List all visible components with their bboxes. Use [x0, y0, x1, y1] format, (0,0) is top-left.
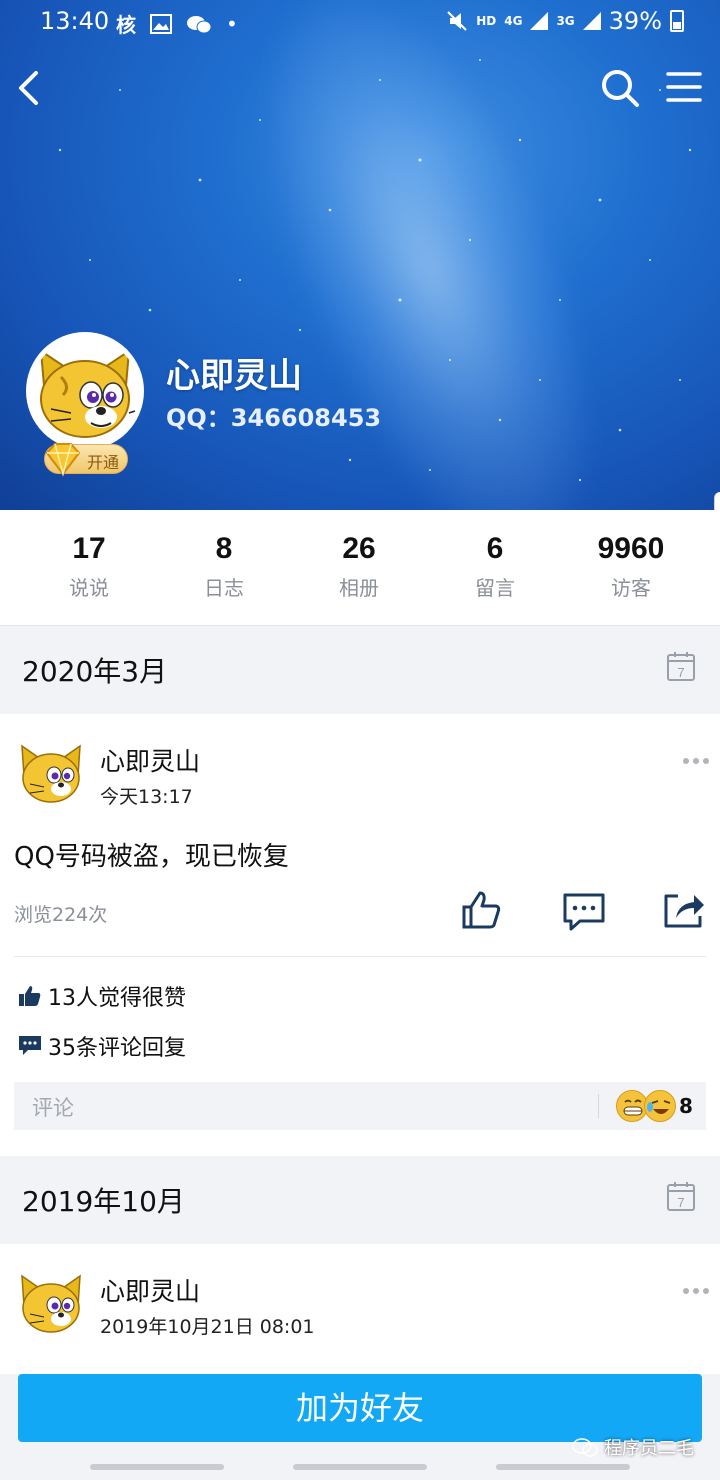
nav-handle-center[interactable]	[293, 1464, 427, 1470]
diamond-icon	[45, 443, 81, 477]
post-time: 今天13:17	[100, 786, 193, 808]
status-right-icons: HD 4G 3G 39%	[446, 7, 684, 35]
vip-open-badge[interactable]: 开通	[44, 443, 128, 477]
watermark: 程序员二毛	[572, 1434, 694, 1460]
comment-separator	[598, 1094, 599, 1118]
search-icon[interactable]	[600, 68, 640, 108]
stat-shuoshuo[interactable]: 17 说说	[19, 532, 159, 601]
likes-count-text: 13人觉得很赞	[48, 986, 186, 1011]
tencent-icon: 核	[116, 13, 136, 37]
status-bar: 13:40 核 • HD 4G 3G 39%	[0, 0, 720, 44]
month-label: 2020年3月	[22, 655, 168, 688]
net-3g-label: 3G	[556, 14, 575, 28]
profile-qq-number: QQ：346608453	[166, 404, 382, 432]
laugh-cry-emoji-icon[interactable]	[644, 1090, 676, 1122]
post-time: 2019年10月21日 08:01	[100, 1316, 315, 1338]
post-author-avatar[interactable]	[18, 740, 84, 806]
battery-percent: 39%	[608, 7, 662, 35]
comments-count-text: 35条评论回复	[48, 1036, 186, 1061]
gallery-icon	[150, 13, 172, 34]
more-options-icon[interactable]	[682, 1286, 710, 1296]
comment-filled-icon	[19, 1036, 41, 1055]
stat-number: 17	[72, 532, 106, 565]
stat-liuyan[interactable]: 6 留言	[425, 532, 565, 601]
vip-open-label: 开通	[87, 453, 120, 472]
stat-label: 日志	[204, 576, 244, 600]
more-options-icon[interactable]	[682, 756, 710, 766]
feed-post: 心即灵山 2019年10月21日 08:01	[0, 1244, 720, 1374]
calendar-icon[interactable]: 7	[666, 1180, 696, 1212]
like-icon[interactable]	[460, 890, 504, 930]
post-divider	[14, 956, 706, 957]
hd-label: HD	[476, 14, 497, 28]
like-filled-icon	[19, 986, 41, 1006]
stat-number: 26	[342, 532, 376, 565]
watermark-text: 程序员二毛	[604, 1438, 694, 1459]
month-header: 2019年10月 7	[0, 1156, 720, 1244]
profile-name: 心即灵山	[166, 356, 302, 396]
menu-icon[interactable]	[666, 70, 702, 104]
month-label: 2019年10月	[22, 1185, 185, 1218]
status-notification-icons: 核 •	[116, 9, 238, 38]
back-icon[interactable]	[14, 70, 44, 106]
feed-post: 心即灵山 今天13:17 QQ号码被盗，现已恢复 浏览224次 13人觉得很赞 …	[0, 714, 720, 1156]
signal-icon-2	[582, 12, 601, 30]
add-friend-button[interactable]: 加为好友	[18, 1374, 702, 1442]
wechat-icon	[187, 15, 212, 33]
signal-icon	[530, 12, 549, 30]
stat-label: 访客	[611, 576, 651, 600]
stat-label: 相册	[339, 576, 379, 600]
stat-number: 6	[486, 532, 504, 565]
status-time: 13:40	[40, 7, 110, 35]
stat-number: 8	[215, 532, 233, 565]
net-4g-label: 4G	[504, 14, 523, 28]
comment-icon[interactable]	[562, 892, 606, 932]
profile-avatar[interactable]	[26, 332, 144, 450]
stats-bar: 17 说说 8 日志 26 相册 6 留言 9960 访客	[0, 510, 720, 626]
wechat-watermark-icon	[572, 1438, 598, 1457]
mute-icon	[447, 11, 467, 31]
stat-label: 留言	[475, 576, 515, 600]
svg-text:7: 7	[677, 665, 684, 680]
battery-icon	[670, 10, 684, 32]
status-dot: •	[226, 11, 238, 36]
comments-summary[interactable]: 35条评论回复	[18, 1030, 186, 1062]
stat-rizhi[interactable]: 8 日志	[154, 532, 294, 601]
profile-header: 13:40 核 • HD 4G 3G 39% 开通 心即灵山 QQ：346608…	[0, 0, 720, 510]
calendar-icon[interactable]: 7	[666, 650, 696, 682]
post-author-name[interactable]: 心即灵山	[100, 742, 200, 778]
share-icon[interactable]	[662, 890, 706, 930]
month-header: 2020年3月 7	[0, 626, 720, 714]
comment-placeholder: 评论	[32, 1096, 74, 1120]
likes-summary[interactable]: 13人觉得很赞	[18, 980, 186, 1012]
stat-xiangce[interactable]: 26 相册	[289, 532, 429, 601]
nav-handle-right[interactable]	[496, 1464, 630, 1470]
cat-avatar-image	[31, 337, 139, 445]
stat-label: 说说	[69, 576, 109, 600]
post-author-avatar[interactable]	[18, 1270, 84, 1336]
post-views: 浏览224次	[14, 904, 108, 926]
post-text: QQ号码被盗，现已恢复	[14, 842, 289, 872]
svg-text:7: 7	[677, 1195, 684, 1210]
nav-handle-left[interactable]	[90, 1464, 224, 1470]
emoji-count: 8	[679, 1094, 693, 1118]
stat-number: 9960	[597, 532, 665, 565]
comment-input[interactable]: 评论 8	[14, 1082, 706, 1130]
stat-fangke[interactable]: 9960 访客	[561, 532, 701, 601]
post-author-name[interactable]: 心即灵山	[100, 1272, 200, 1308]
